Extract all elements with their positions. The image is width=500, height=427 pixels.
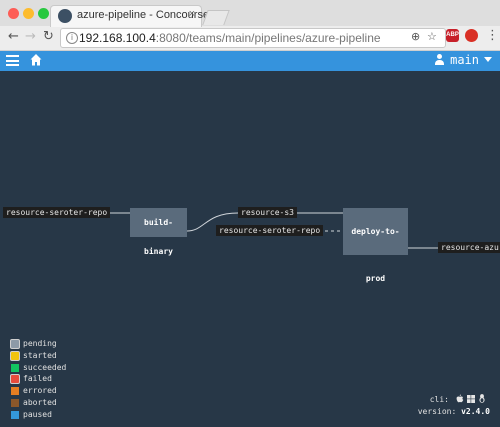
legend-item: pending <box>10 338 66 350</box>
cli-label: cli: <box>429 395 449 404</box>
legend-swatch <box>10 339 20 349</box>
legend-item: failed <box>10 373 66 385</box>
window-maximize-button[interactable] <box>38 8 49 19</box>
user-menu[interactable]: main <box>435 53 492 67</box>
user-icon <box>435 54 445 65</box>
window-close-button[interactable] <box>8 8 19 19</box>
legend-swatch <box>10 374 20 385</box>
pipeline-canvas[interactable]: resource-seroter-repo build-binary resou… <box>0 71 500 427</box>
concourse-favicon-icon <box>58 9 72 23</box>
hamburger-menu-icon[interactable] <box>6 55 19 66</box>
version-info: version: v2.4.0 <box>418 407 490 416</box>
windows-icon[interactable] <box>467 395 475 403</box>
browser-toolbar: ← → ↻ i 192.168.100.4:8080/teams/main/pi… <box>0 26 500 50</box>
legend-item: aborted <box>10 397 66 409</box>
tab-close-icon[interactable]: × <box>189 8 195 20</box>
reload-icon[interactable]: ↻ <box>43 29 54 44</box>
status-legend: pending started succeeded failed errored abor… <box>10 338 66 421</box>
legend-swatch <box>11 398 19 407</box>
legend-label: started <box>23 350 57 360</box>
legend-item: started <box>10 350 66 362</box>
window-minimize-button[interactable] <box>23 8 34 19</box>
address-bar[interactable]: i 192.168.100.4:8080/teams/main/pipeline… <box>60 28 446 48</box>
legend-label: paused <box>23 409 52 419</box>
browser-menu-icon[interactable]: ⋮ <box>486 28 499 43</box>
browser-tab[interactable]: azure-pipeline - Concourse × <box>50 5 209 27</box>
legend-item: errored <box>10 385 66 397</box>
new-tab-button[interactable] <box>202 10 230 25</box>
legend-swatch <box>11 410 19 419</box>
concourse-top-bar: main <box>0 51 500 71</box>
legend-item: paused <box>10 409 66 421</box>
browser-chrome: azure-pipeline - Concourse × ← → ↻ i 192… <box>0 0 500 51</box>
address-url: 192.168.100.4:8080/teams/main/pipelines/… <box>79 31 381 45</box>
legend-label: failed <box>23 374 52 384</box>
tab-bar: azure-pipeline - Concourse × <box>0 0 500 27</box>
job-node-build-binary[interactable]: build-binary <box>130 208 187 256</box>
caret-down-icon <box>484 57 492 62</box>
resource-node[interactable]: resource-seroter-repo <box>3 207 111 218</box>
bookmark-star-icon[interactable]: ☆ <box>427 30 437 43</box>
version-number: v2.4.0 <box>461 407 490 416</box>
back-arrow-icon[interactable]: ← <box>8 29 19 44</box>
home-icon[interactable] <box>30 53 42 67</box>
url-host: 192.168.100.4 <box>79 31 156 45</box>
cli-downloads: cli: <box>430 394 486 404</box>
pipeline-edges <box>100 212 438 249</box>
url-path: :8080/teams/main/pipelines/azure-pipelin… <box>155 31 381 45</box>
legend-label: pending <box>23 339 57 348</box>
legend-swatch <box>11 387 19 396</box>
linux-icon[interactable] <box>478 394 486 403</box>
version-label: version: <box>417 407 457 416</box>
legend-label: errored <box>23 386 57 396</box>
extension-icon[interactable] <box>465 29 478 42</box>
legend-item: succeeded <box>10 362 66 374</box>
resource-node[interactable]: resource-s3 <box>238 207 297 218</box>
info-icon[interactable]: i <box>66 32 78 44</box>
forward-arrow-icon[interactable]: → <box>25 29 36 44</box>
job-node-deploy-to-prod[interactable]: deploy-to-prod <box>343 208 408 283</box>
legend-swatch <box>11 363 19 372</box>
apple-icon[interactable] <box>456 394 464 403</box>
legend-swatch <box>10 350 20 361</box>
user-name: main <box>450 53 479 67</box>
cli-icons <box>454 394 486 404</box>
legend-label: succeeded <box>23 362 67 372</box>
resource-node[interactable]: resource-seroter-repo <box>216 225 324 236</box>
resource-node[interactable]: resource-azure <box>438 242 500 253</box>
legend-label: aborted <box>23 397 57 407</box>
adblock-extension-icon[interactable]: ABP <box>446 29 459 42</box>
zoom-icon[interactable]: ⊕ <box>411 30 420 43</box>
